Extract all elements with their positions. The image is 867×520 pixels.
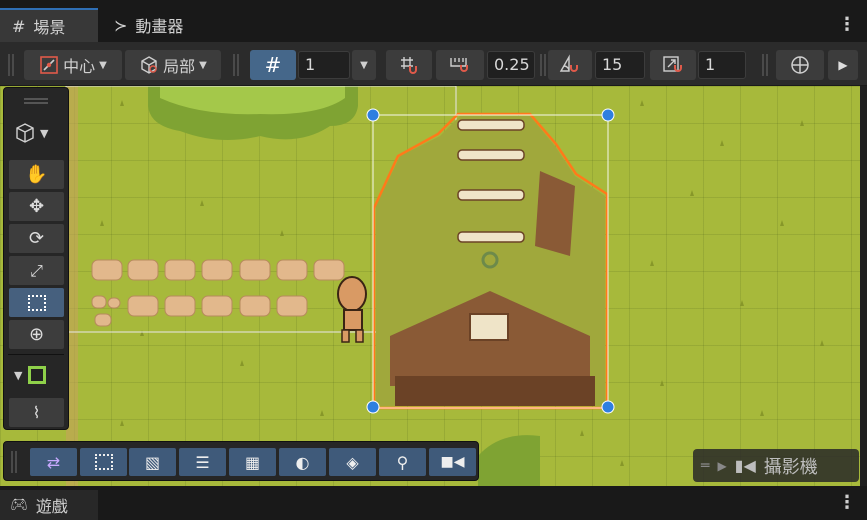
scale-snap-field[interactable]: 1 xyxy=(698,51,746,79)
panel-grip-icon[interactable] xyxy=(24,98,48,104)
animator-icon: ≻ xyxy=(114,15,128,35)
cube-icon xyxy=(16,123,34,143)
edit-path-tool-button[interactable]: ⌇ xyxy=(9,398,64,427)
chevron-down-icon: ▼ xyxy=(199,59,207,71)
rect-icon xyxy=(27,294,46,311)
camera-icon: ▮◀ xyxy=(734,456,756,475)
rect-select-icon xyxy=(94,454,113,470)
pivot-icon xyxy=(40,56,58,74)
grid-hatch-icon: ▦ xyxy=(244,452,261,472)
play-icon: ▶ xyxy=(717,458,727,473)
camera-icon: ■◀ xyxy=(440,454,465,470)
transform-tool-button[interactable]: ⊕ xyxy=(9,320,64,349)
editor-tab-bar: # 場景 ≻ 動畫器 ⋮ xyxy=(0,0,867,42)
tool-divider xyxy=(8,354,64,355)
grid-snap-button[interactable] xyxy=(386,50,432,80)
space-dropdown[interactable]: 局部 ▼ xyxy=(125,50,221,80)
chevron-right-icon: ▶ xyxy=(838,58,848,72)
shuffle-button[interactable]: ⇄ xyxy=(30,448,77,476)
custom-tool-dropdown[interactable]: ▼ xyxy=(14,366,47,384)
sprite-editor-button[interactable]: ▧ xyxy=(129,448,176,476)
move-snap-button[interactable] xyxy=(436,50,484,80)
grid-snap-icon xyxy=(401,57,417,74)
grid-icon: # xyxy=(264,53,282,77)
tab-animator[interactable]: ≻ 動畫器 xyxy=(102,8,195,42)
grid-size-dropdown[interactable]: ▼ xyxy=(352,50,376,80)
more-options-icon[interactable]: ⋮ xyxy=(838,492,856,513)
hand-tool-button[interactable]: ✋ xyxy=(9,160,64,189)
rotate-snap-icon xyxy=(559,54,578,72)
grid-size-field[interactable]: 1 xyxy=(298,51,350,79)
grid-icon: # xyxy=(12,16,26,36)
tab-game-label: 遊戲 xyxy=(35,497,68,516)
rotate-tool-button[interactable]: ⟳ xyxy=(9,224,64,253)
move-snap-icon xyxy=(450,58,468,72)
scale-icon: ⤢ xyxy=(30,260,43,280)
rect-tool-button[interactable] xyxy=(9,288,64,317)
drag-handle-icon[interactable]: ═ xyxy=(701,458,709,474)
rotate-snap-button[interactable] xyxy=(548,50,592,80)
chevron-down-icon: ▼ xyxy=(360,59,368,71)
camera-overlay[interactable]: ═ ▶ ▮◀ 攝影機 xyxy=(693,449,859,482)
shuffle-icon: ⇄ xyxy=(46,452,61,472)
move-snap-field[interactable]: 0.25 xyxy=(487,51,535,79)
rotate-icon: ⟳ xyxy=(28,228,45,249)
rect-select-button[interactable] xyxy=(80,448,127,476)
more-options-icon[interactable]: ⋮ xyxy=(838,14,856,35)
sprite-icon: ▧ xyxy=(144,452,161,472)
sprite-shape-icon xyxy=(28,366,47,384)
scene-artwork xyxy=(65,86,824,486)
space-label: 局部 xyxy=(163,57,196,76)
scene-toolbar: 中心 ▼ 局部 ▼ # 1 ▼ 0.25 15 1 ▶ xyxy=(0,42,867,86)
grid-hatch-button[interactable]: ▦ xyxy=(229,448,276,476)
scene-viewport[interactable]: ═ ▶ ▮◀ 攝影機 xyxy=(0,86,860,486)
toolbar-grip[interactable] xyxy=(540,54,546,76)
moon-icon: ◐ xyxy=(295,452,310,472)
gamepad-icon: 🎮︎ xyxy=(10,497,28,513)
layers-icon: ☰ xyxy=(195,452,210,472)
tools-overlay: ▼ ✋ ✥ ⟳ ⤢ ⊕ ▼ ⌇ xyxy=(3,87,69,430)
tile-palette-button[interactable]: ◈ xyxy=(329,448,376,476)
path-icon: ⌇ xyxy=(32,403,41,422)
toolbar-overflow-button[interactable]: ▶ xyxy=(828,50,858,80)
tile-icon: ◈ xyxy=(346,452,359,472)
camera-button[interactable]: ■◀ xyxy=(429,448,476,476)
bottom-tab-bar: 🎮︎ 遊戲 ⋮ xyxy=(0,486,867,520)
tab-scene-label: 場景 xyxy=(33,18,66,37)
pivot-label: 中心 xyxy=(63,57,96,76)
move-icon: ✥ xyxy=(28,196,45,217)
tab-game[interactable]: 🎮︎ 遊戲 xyxy=(0,490,98,520)
toolbar-grip[interactable] xyxy=(762,54,768,76)
globe-icon xyxy=(791,56,809,74)
scene-scrollbar[interactable] xyxy=(860,86,867,486)
gizmos-button[interactable] xyxy=(776,50,824,80)
chevron-down-icon: ▼ xyxy=(99,59,107,71)
scale-snap-icon xyxy=(663,56,682,72)
tab-scene[interactable]: # 場景 xyxy=(0,8,98,42)
hand-icon: ✋ xyxy=(25,164,48,185)
lighting-button[interactable]: ◐ xyxy=(279,448,326,476)
view-mode-dropdown[interactable]: ▼ xyxy=(14,122,48,144)
grid-toggle-button[interactable]: # xyxy=(250,50,296,80)
tab-animator-label: 動畫器 xyxy=(135,17,184,36)
pivot-dropdown[interactable]: 中心 ▼ xyxy=(24,50,122,80)
toolbar-grip[interactable] xyxy=(233,54,239,76)
rotate-snap-field[interactable]: 15 xyxy=(595,51,645,79)
toolbar-grip[interactable] xyxy=(8,54,14,76)
move-tool-button[interactable]: ✥ xyxy=(9,192,64,221)
tilemap-toolbar: ⇄ ▧ ☰ ▦ ◐ ◈ ⚲ ■◀ xyxy=(3,441,479,481)
chevron-down-icon: ▼ xyxy=(40,126,49,140)
toolbar-grip[interactable] xyxy=(11,451,17,473)
local-space-icon xyxy=(141,56,157,74)
zoom-icon: ⚲ xyxy=(396,452,409,472)
scale-snap-button[interactable] xyxy=(650,50,696,80)
transform-icon: ⊕ xyxy=(28,324,45,345)
chevron-down-icon: ▼ xyxy=(14,368,23,382)
zoom-button[interactable]: ⚲ xyxy=(379,448,426,476)
camera-overlay-label: 攝影機 xyxy=(763,456,818,478)
scale-tool-button[interactable]: ⤢ xyxy=(9,256,64,285)
layers-button[interactable]: ☰ xyxy=(179,448,226,476)
